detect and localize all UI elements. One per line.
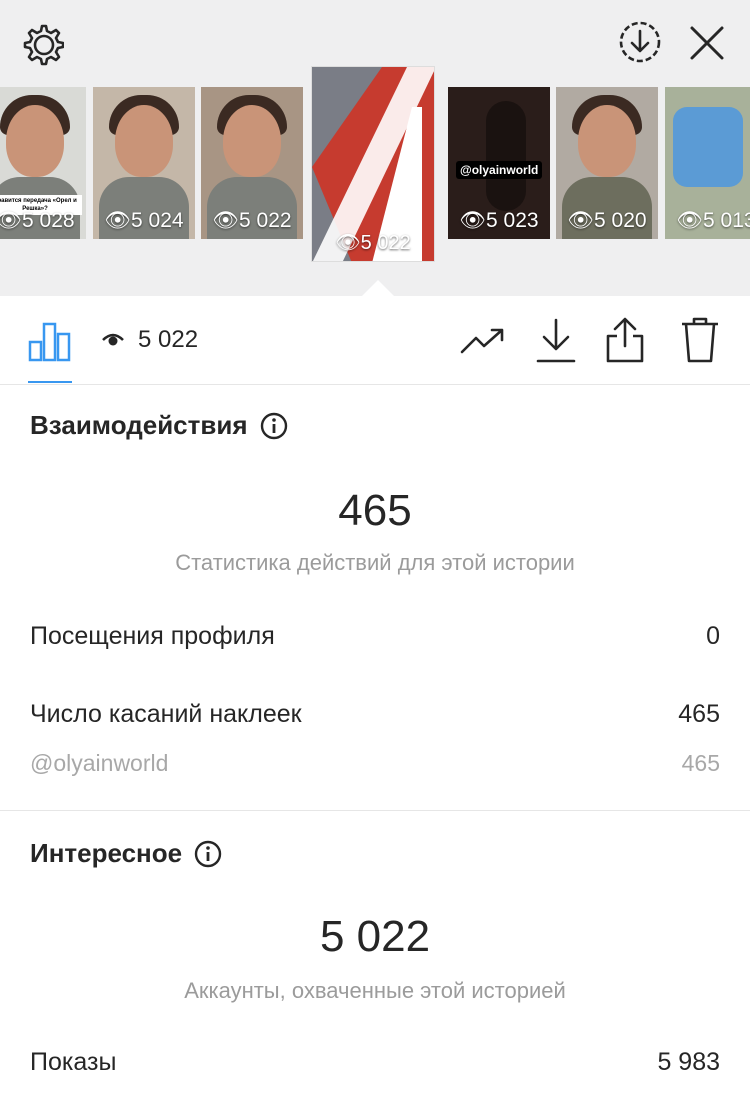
story-views: 👁5 022 [212, 209, 292, 232]
interactions-subtitle: Статистика действий для этой истории [175, 550, 575, 575]
download-icon[interactable] [536, 318, 576, 364]
story-thumbnail[interactable]: @olyainworld 👁5 023 [448, 87, 550, 239]
bar-chart-icon[interactable] [28, 322, 72, 362]
section-divider [0, 810, 750, 811]
story-views: 👁5 022 [335, 232, 411, 254]
story-views: 👁5 013 [676, 209, 750, 232]
gear-icon[interactable] [20, 22, 64, 66]
mention-sticker-label: @olyainworld [30, 750, 169, 776]
section-title: Взаимодействия [30, 410, 248, 440]
views-summary: 5 022 [102, 326, 198, 354]
story-thumbnail[interactable]: 👁5 024 [93, 87, 195, 239]
section-title: Интересное [30, 838, 183, 868]
story-thumbnail[interactable]: Нравится передача «Орел и Решка»? 👁5 028 [0, 87, 86, 239]
info-icon[interactable] [260, 412, 288, 440]
share-icon[interactable] [604, 316, 646, 364]
download-circle-icon[interactable] [618, 20, 662, 64]
impressions-label: Показы [30, 1048, 117, 1076]
story-thumbnail[interactable]: 👁5 013 [665, 87, 750, 239]
info-icon[interactable] [194, 840, 222, 868]
story-views: 👁5 028 [0, 209, 75, 232]
accounts-reached-subtitle: Аккаунты, охваченные этой историей [184, 978, 566, 1003]
story-views: 👁5 024 [104, 209, 184, 232]
profile-visits-value: 0 [706, 622, 720, 650]
impressions-value: 5 983 [657, 1048, 720, 1076]
story-views: 👁5 020 [567, 209, 647, 232]
eye-icon [102, 333, 124, 346]
profile-visits-label: Посещения профиля [30, 622, 275, 650]
story-thumbnail[interactable]: 👁5 020 [556, 87, 658, 239]
selected-pointer [362, 280, 394, 296]
close-icon[interactable] [688, 24, 726, 62]
sticker-taps-value: 465 [678, 700, 720, 728]
accounts-reached-total: 5 022 [319, 912, 431, 961]
interactions-total: 465 [338, 486, 412, 535]
discovery-header: Интересное [30, 838, 222, 869]
trending-icon[interactable] [460, 322, 506, 362]
mention-sticker-value: 465 [681, 750, 720, 776]
views-count: 5 022 [138, 326, 199, 353]
interactions-header: Взаимодействия [30, 410, 288, 441]
story-thumbnail-selected[interactable]: 👁5 022 [311, 66, 435, 262]
story-views: 👁5 023 [459, 209, 539, 232]
mention-sticker: @olyainworld [456, 161, 543, 179]
sticker-taps-label: Число касаний наклеек [30, 700, 302, 728]
story-thumbnail[interactable]: 👁5 022 [201, 87, 303, 239]
trash-icon[interactable] [680, 316, 720, 364]
active-tab-indicator [28, 381, 72, 383]
